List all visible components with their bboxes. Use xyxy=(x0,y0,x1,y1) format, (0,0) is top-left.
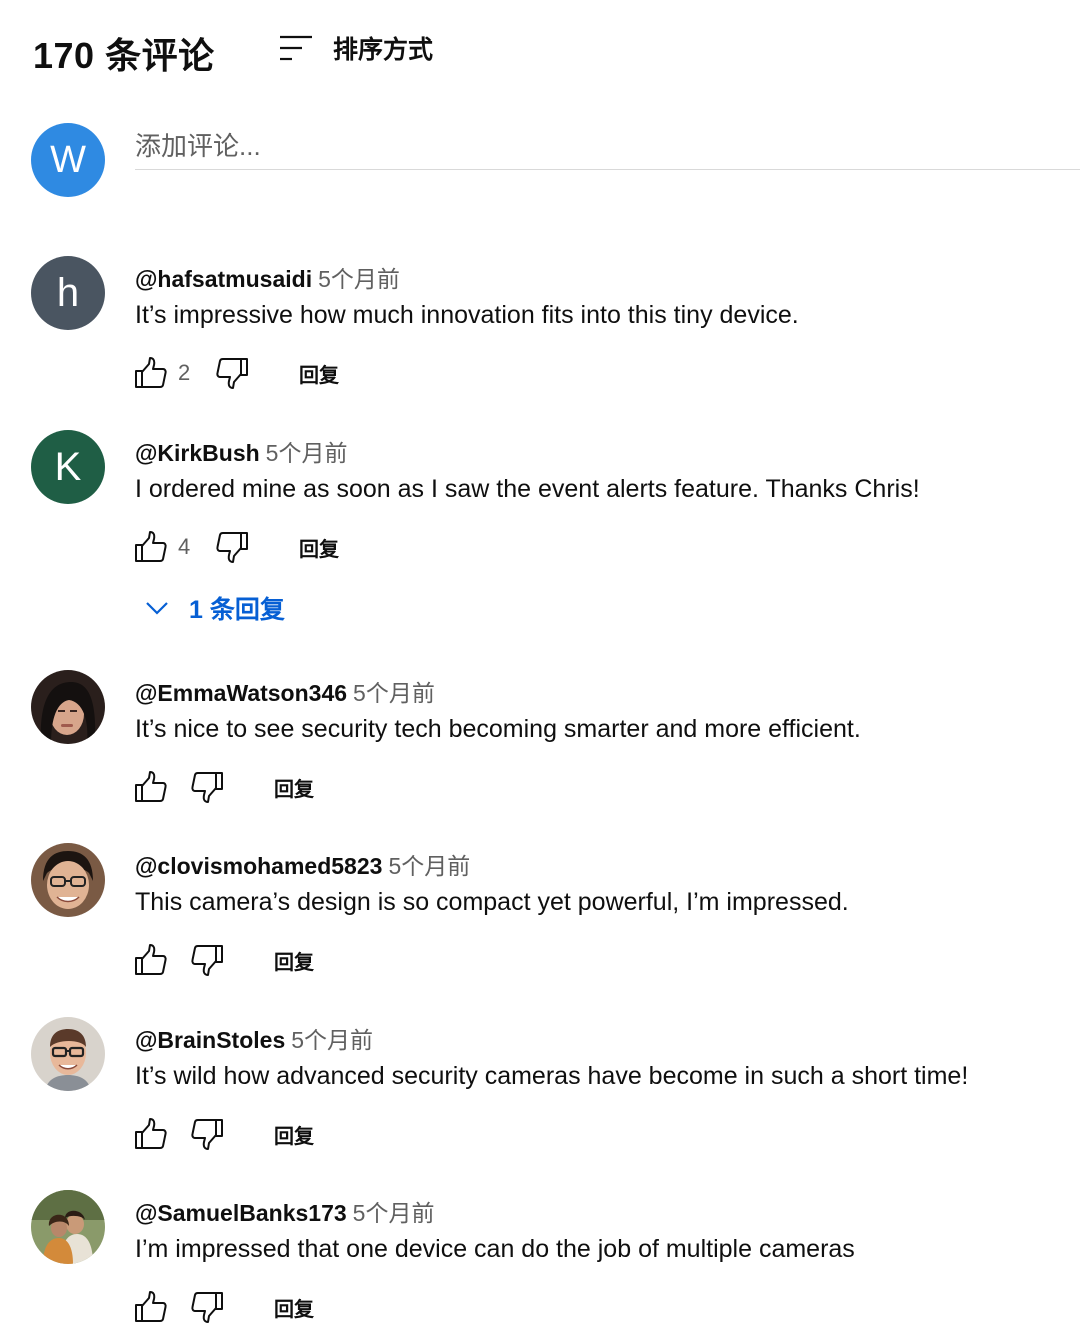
comment-item: K @KirkBush 5个月前 I ordered mine as soon a… xyxy=(31,430,1080,630)
comment-author[interactable]: @clovismohamed5823 xyxy=(135,853,382,879)
thumbs-down-icon xyxy=(191,1292,223,1323)
comment-author[interactable]: @EmmaWatson346 xyxy=(135,680,347,706)
thumbs-up-icon xyxy=(135,771,167,802)
comment-author[interactable]: @BrainStoles xyxy=(135,1027,285,1053)
comment-count: 170 条评论 xyxy=(33,35,215,76)
like-button[interactable] xyxy=(131,941,169,979)
comment-time: 5个月前 xyxy=(291,1027,374,1053)
comment-text: It’s nice to see security tech becoming … xyxy=(135,715,861,743)
comment-meta: @BrainStoles 5个月前 xyxy=(135,1021,373,1055)
reply-button[interactable]: 回复 xyxy=(299,533,339,562)
dislike-button[interactable] xyxy=(214,354,252,392)
replies-count-label: 1 条回复 xyxy=(189,596,285,624)
comment-time: 5个月前 xyxy=(353,680,435,706)
comment-item: @BrainStoles 5个月前 It’s wild how advanced … xyxy=(31,1017,1080,1157)
dislike-button[interactable] xyxy=(189,941,227,979)
comment-item: h @hafsatmusaidi 5个月前 It’s impressive how… xyxy=(31,256,1080,396)
comment-meta: @EmmaWatson346 5个月前 xyxy=(135,674,435,708)
avatar[interactable]: K xyxy=(31,430,105,504)
like-count: 4 xyxy=(178,534,191,559)
dislike-button[interactable] xyxy=(189,1288,227,1326)
comment-meta: @KirkBush 5个月前 xyxy=(135,434,347,468)
like-button[interactable] xyxy=(131,1115,169,1153)
dislike-button[interactable] xyxy=(189,1115,227,1153)
comment-item: @clovismohamed5823 5个月前 This camera’s des… xyxy=(31,843,1080,983)
reply-button[interactable]: 回复 xyxy=(274,1293,314,1322)
comment-time: 5个月前 xyxy=(318,266,400,292)
like-button[interactable] xyxy=(131,354,169,392)
comment-actions: 回复 xyxy=(131,940,314,980)
chevron-down-icon xyxy=(146,602,168,615)
avatar[interactable]: h xyxy=(31,256,105,330)
profile-photo-icon xyxy=(31,670,105,744)
avatar-letter: K xyxy=(54,444,82,489)
sort-icon xyxy=(280,35,312,61)
comment-author[interactable]: @hafsatmusaidi xyxy=(135,266,312,292)
sort-button[interactable]: 排序方式 xyxy=(278,30,433,66)
profile-photo-icon xyxy=(31,1017,105,1091)
comment-text: It’s wild how advanced security cameras … xyxy=(135,1062,969,1090)
comment-actions: 4 回复 xyxy=(131,527,339,567)
like-button[interactable] xyxy=(131,768,169,806)
user-avatar-letter: W xyxy=(50,138,86,181)
reply-button[interactable]: 回复 xyxy=(299,359,339,388)
thumbs-up-icon xyxy=(135,1118,167,1149)
profile-photo-icon xyxy=(31,1190,105,1264)
sort-label: 排序方式 xyxy=(333,36,434,64)
add-comment-row: W xyxy=(31,123,1080,199)
thumbs-down-icon xyxy=(191,945,223,976)
avatar[interactable] xyxy=(31,1190,105,1264)
reply-button[interactable]: 回复 xyxy=(274,1120,314,1149)
avatar-letter: h xyxy=(56,270,80,315)
comment-item: @SamuelBanks173 5个月前 I’m impressed that o… xyxy=(31,1190,1080,1335)
avatar[interactable] xyxy=(31,1017,105,1091)
like-button[interactable] xyxy=(131,528,169,566)
reply-button[interactable]: 回复 xyxy=(274,773,314,802)
comments-header: 170 条评论 xyxy=(33,28,215,78)
comment-actions: 2 回复 xyxy=(131,353,339,393)
comment-text: I’m impressed that one device can do the… xyxy=(135,1235,855,1263)
show-replies-button[interactable]: 1 条回复 xyxy=(143,590,285,626)
reply-button[interactable]: 回复 xyxy=(274,946,314,975)
comment-text: This camera’s design is so compact yet p… xyxy=(135,888,849,916)
comment-item: @EmmaWatson346 5个月前 It’s nice to see secu… xyxy=(31,670,1080,810)
avatar[interactable] xyxy=(31,843,105,917)
like-button[interactable] xyxy=(131,1288,169,1326)
comment-meta: @clovismohamed5823 5个月前 xyxy=(135,847,470,881)
like-count: 2 xyxy=(178,360,191,385)
dislike-button[interactable] xyxy=(189,768,227,806)
comment-actions: 回复 xyxy=(131,1114,314,1154)
dislike-button[interactable] xyxy=(214,528,252,566)
comment-actions: 回复 xyxy=(131,767,314,807)
comment-time: 5个月前 xyxy=(352,1200,435,1226)
comment-text: I ordered mine as soon as I saw the even… xyxy=(135,475,920,503)
thumbs-up-icon xyxy=(135,944,167,975)
profile-photo-icon xyxy=(31,843,105,917)
comment-time: 5个月前 xyxy=(265,440,348,466)
thumbs-down-icon xyxy=(191,772,223,803)
thumbs-up-icon xyxy=(135,1291,167,1322)
avatar[interactable] xyxy=(31,670,105,744)
user-avatar[interactable]: W xyxy=(31,123,105,197)
comment-text: It’s impressive how much innovation fits… xyxy=(135,301,799,329)
thumbs-down-icon xyxy=(191,1119,223,1150)
comment-author[interactable]: @SamuelBanks173 xyxy=(135,1200,347,1226)
comment-meta: @hafsatmusaidi 5个月前 xyxy=(135,260,400,294)
comment-time: 5个月前 xyxy=(388,853,471,879)
thumbs-up-icon xyxy=(135,531,167,562)
thumbs-down-icon xyxy=(216,532,248,563)
add-comment-input[interactable] xyxy=(135,123,1080,170)
comment-actions: 回复 xyxy=(131,1287,314,1327)
thumbs-down-icon xyxy=(216,358,248,389)
thumbs-up-icon xyxy=(135,357,167,388)
comment-author[interactable]: @KirkBush xyxy=(135,440,260,466)
comment-meta: @SamuelBanks173 5个月前 xyxy=(135,1194,434,1228)
